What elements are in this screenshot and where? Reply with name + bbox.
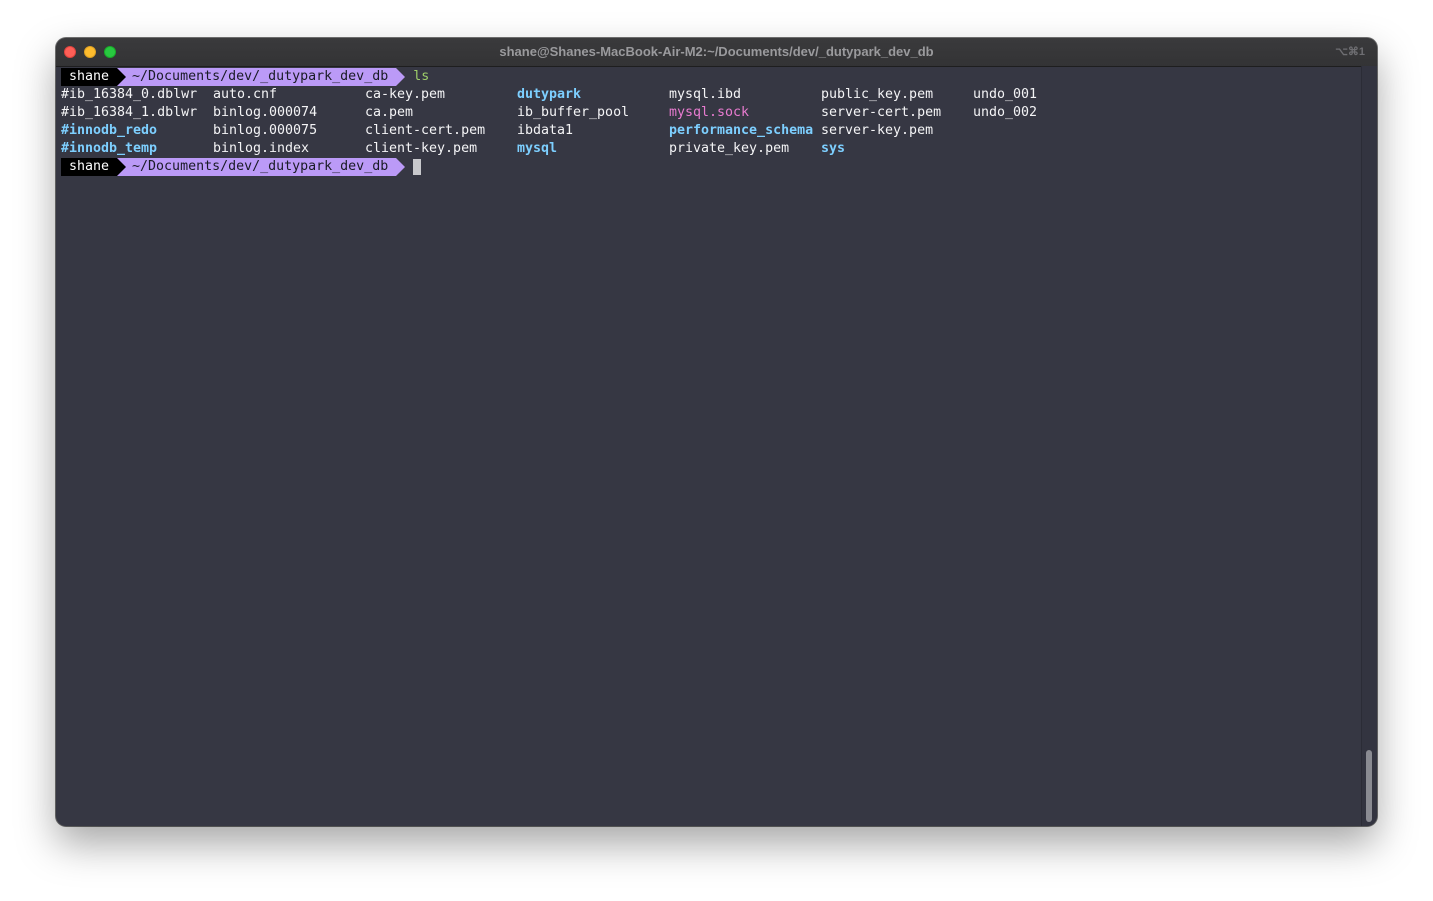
file-entry: ca-key.pem [365, 87, 446, 102]
directory-entry: performance_schema [669, 123, 814, 138]
prompt-path: ~/Documents/dev/_dutypark_dev_db [126, 158, 397, 176]
ls-row: #ib_16384_0.dblwr auto.cnf ca-key.pem dutyp… [61, 86, 1361, 104]
file-entry: private_key.pem [669, 141, 790, 156]
directory-entry: sys [821, 141, 846, 156]
file-entry: #ib_16384_1.dblwr [61, 105, 198, 120]
terminal-content[interactable]: shane ~/Documents/dev/_dutypark_dev_db l… [61, 68, 1361, 826]
file-entry: public_key.pem [821, 87, 934, 102]
file-entry: ca.pem [365, 105, 414, 120]
file-entry: auto.cnf [213, 87, 278, 102]
directory-entry: #innodb_temp [61, 141, 158, 156]
prompt-end-icon [396, 158, 406, 176]
text-cursor [413, 159, 422, 175]
directory-entry: mysql [517, 141, 558, 156]
command-text: ls [413, 69, 430, 84]
file-entry: mysql.ibd [669, 87, 742, 102]
prompt-user: shane [61, 158, 118, 176]
directory-entry: dutypark [517, 87, 582, 102]
file-entry: client-cert.pem [365, 123, 486, 138]
scrollbar[interactable] [1361, 66, 1377, 826]
terminal-window: shane@Shanes-MacBook-Air-M2:~/Documents/… [56, 38, 1377, 826]
file-entry: ib_buffer_pool [517, 105, 630, 120]
prompt-separator-icon [117, 158, 127, 176]
directory-entry: #innodb_redo [61, 123, 158, 138]
prompt-path: ~/Documents/dev/_dutypark_dev_db [126, 68, 397, 86]
title-bar[interactable]: shane@Shanes-MacBook-Air-M2:~/Documents/… [56, 38, 1377, 67]
prompt-user: shane [61, 68, 118, 86]
ls-row: #ib_16384_1.dblwr binlog.000074 ca.pem ib_b… [61, 104, 1361, 122]
file-entry: #ib_16384_0.dblwr [61, 87, 198, 102]
prompt-line-current: shane ~/Documents/dev/_dutypark_dev_db [61, 158, 1361, 176]
prompt-separator-icon [117, 68, 127, 86]
file-entry: binlog.000074 [213, 105, 318, 120]
file-entry: server-cert.pem [821, 105, 942, 120]
file-entry: ibdata1 [517, 123, 574, 138]
ls-row: #innodb_redo binlog.000075 client-cert.pem… [61, 122, 1361, 140]
file-entry: undo_002 [973, 105, 1038, 120]
file-entry: binlog.000075 [213, 123, 318, 138]
ls-output: #ib_16384_0.dblwr auto.cnf ca-key.pem dutyp… [61, 86, 1361, 158]
file-entry: server-key.pem [821, 123, 934, 138]
file-entry: undo_001 [973, 87, 1038, 102]
scrollbar-thumb[interactable] [1366, 750, 1372, 822]
file-entry: client-key.pem [365, 141, 478, 156]
prompt-line: shane ~/Documents/dev/_dutypark_dev_db l… [61, 68, 1361, 86]
file-entry: binlog.index [213, 141, 310, 156]
prompt-end-icon [396, 68, 406, 86]
socket-entry: mysql.sock [669, 105, 750, 120]
ls-row: #innodb_temp binlog.index client-key.pem my… [61, 140, 1361, 158]
window-shortcut: ⌥⌘1 [1335, 46, 1365, 58]
window-title: shane@Shanes-MacBook-Air-M2:~/Documents/… [499, 44, 934, 59]
